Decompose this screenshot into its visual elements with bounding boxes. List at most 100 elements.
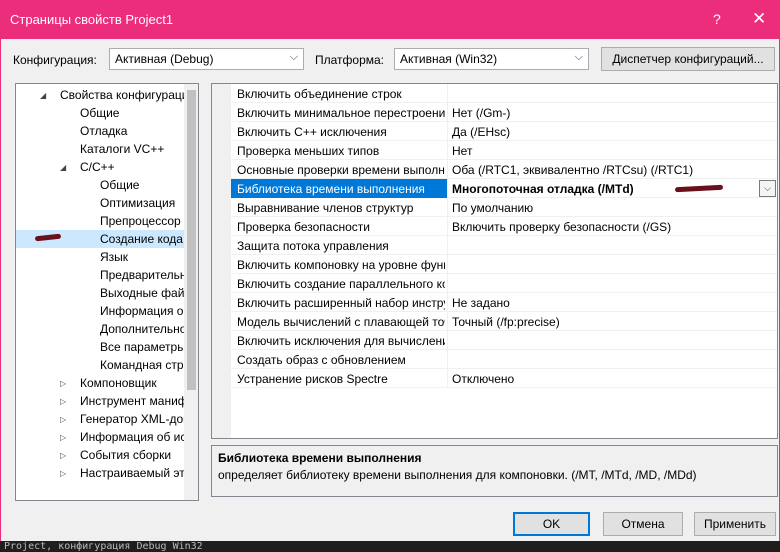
background-text: Project, конфигурация Debug Win32 <box>0 541 780 552</box>
column-divider <box>447 293 448 312</box>
tree-item[interactable]: Отладка <box>16 122 184 140</box>
expand-arrow-icon[interactable]: ▷ <box>60 393 66 411</box>
property-name: Включить компоновку на уровне функций <box>237 258 445 272</box>
property-row[interactable]: Проверка безопасности Включить проверку б… <box>231 217 777 236</box>
column-divider <box>447 236 448 255</box>
tree-item-label: Инструмент манифест <box>80 394 199 408</box>
property-row[interactable]: Выравнивание членов структур По умолчанию <box>231 198 777 217</box>
tree-item-label: Каталоги VC++ <box>80 142 165 156</box>
tree-item[interactable]: ▷ Настраиваемый этап с <box>16 464 198 483</box>
property-value: Нет (/Gm-) <box>452 106 511 120</box>
property-value[interactable]: Многопоточная отладка (/MTd) <box>452 182 634 196</box>
config-manager-button[interactable]: Диспетчер конфигураций... <box>601 47 775 71</box>
property-row[interactable]: Включить C++ исключения Да (/EHsc) <box>231 122 777 141</box>
tree-item[interactable]: Все параметры <box>16 338 186 356</box>
column-divider <box>447 369 448 388</box>
column-divider <box>447 103 448 122</box>
configuration-dropdown[interactable]: Активная (Debug) ⌵ <box>109 48 304 70</box>
column-divider <box>447 255 448 274</box>
property-row[interactable]: Проверка меньших типов Нет <box>231 141 777 160</box>
property-name: Проверка меньших типов <box>237 144 380 158</box>
apply-button[interactable]: Применить <box>694 512 776 536</box>
expand-arrow-icon[interactable]: ▷ <box>60 429 66 447</box>
property-row[interactable]: Основные проверки времени выполнения Оба … <box>231 160 777 179</box>
column-divider <box>447 350 448 369</box>
help-button[interactable]: ? <box>713 11 721 27</box>
property-name: Включить минимальное перестроение <box>237 106 445 120</box>
property-name: Включить C++ исключения <box>237 125 387 139</box>
collapse-arrow-icon[interactable]: ◢ <box>40 87 46 105</box>
tree-item[interactable]: Препроцессор <box>16 212 184 230</box>
column-divider <box>447 217 448 236</box>
tree-item[interactable]: Командная строка <box>16 356 198 374</box>
column-divider <box>447 312 448 331</box>
property-value: По умолчанию <box>452 201 534 215</box>
window-title: Страницы свойств Project1 <box>10 12 174 27</box>
scrollbar-thumb[interactable] <box>187 90 196 390</box>
tree-item-label: Препроцессор <box>100 214 181 228</box>
tree-item-label: Информация об исход <box>80 430 199 444</box>
tree-scrollbar[interactable] <box>184 84 198 500</box>
property-name: Модель вычислений с плавающей точкой <box>237 315 445 329</box>
tree-item-label: Общие <box>100 178 140 192</box>
tree-item-label: C/C++ <box>80 160 115 174</box>
tree-item-label: Общие <box>80 106 120 120</box>
grid-gutter <box>212 84 231 438</box>
property-row[interactable]: Включить исключения для вычислений <box>231 331 777 350</box>
tree-item[interactable]: ▷ Инструмент манифест <box>16 392 198 411</box>
column-divider <box>447 331 448 350</box>
property-row[interactable]: Включить создание параллельного кода <box>231 274 777 293</box>
property-row[interactable]: Включить расширенный набор инструкций Не … <box>231 293 777 312</box>
tree-item-label: Дополнительно <box>100 322 187 336</box>
tree-item[interactable]: ◢ C/C++ <box>16 158 184 176</box>
tree-item-label: Компоновщик <box>80 376 157 390</box>
tree-item[interactable]: ▷ Компоновщик <box>16 374 184 392</box>
tree-item[interactable]: ▷ Генератор XML-докум <box>16 410 198 429</box>
property-row[interactable]: Модель вычислений с плавающей точкой Точн… <box>231 312 777 331</box>
description-text: определяет библиотеку времени выполнения… <box>218 468 697 482</box>
property-name: Включить исключения для вычислений <box>237 334 445 348</box>
expand-arrow-icon[interactable]: ▷ <box>60 375 66 393</box>
property-name: Устранение рисков Spectre <box>237 372 388 386</box>
property-row[interactable]: Включить минимальное перестроение Нет (/G… <box>231 103 777 122</box>
property-row[interactable]: Устранение рисков Spectre Отключено <box>231 369 777 388</box>
tree-item-label: Язык <box>100 250 129 264</box>
tree-item[interactable]: Предварительно ст <box>16 266 198 284</box>
tree-item-label: События сборки <box>80 448 172 462</box>
property-name: Выравнивание членов структур <box>237 201 414 215</box>
tree-item[interactable]: Оптимизация <box>16 194 184 212</box>
platform-dropdown[interactable]: Активная (Win32) ⌵ <box>394 48 589 70</box>
close-button[interactable]: ✕ <box>752 9 766 29</box>
expand-arrow-icon[interactable]: ▷ <box>60 411 66 429</box>
title-bar[interactable]: Страницы свойств Project1 ? ✕ <box>1 1 779 39</box>
tree-item[interactable]: Дополнительно <box>16 320 187 338</box>
tree-item-label: Все параметры <box>100 340 186 354</box>
ok-button[interactable]: OK <box>513 512 590 536</box>
expand-arrow-icon[interactable]: ▷ <box>60 465 66 483</box>
chevron-down-icon[interactable]: ⌵ <box>759 180 776 197</box>
cancel-button[interactable]: Отмена <box>603 512 683 536</box>
tree-item[interactable]: Информация об ис <box>16 302 198 320</box>
tree-item[interactable]: ▷ События сборки <box>16 446 184 464</box>
tree-item[interactable]: Выходные файлы <box>16 284 198 302</box>
tree-item[interactable]: Язык <box>16 248 184 266</box>
tree-item[interactable]: Общие <box>16 104 184 122</box>
property-name: Проверка безопасности <box>237 220 370 234</box>
property-row[interactable]: Создать образ с обновлением <box>231 350 777 369</box>
tree-item-label: Настраиваемый этап с <box>80 466 199 480</box>
property-row[interactable]: Включить компоновку на уровне функций <box>231 255 777 274</box>
property-value: Отключено <box>452 372 515 386</box>
expand-arrow-icon[interactable]: ▷ <box>60 447 66 465</box>
collapse-arrow-icon[interactable]: ◢ <box>60 159 66 177</box>
tree-item[interactable]: ◢ Свойства конфигурации <box>16 86 195 105</box>
property-name: Включить расширенный набор инструкций <box>237 296 445 310</box>
property-value: Не задано <box>452 296 510 310</box>
property-row[interactable]: Защита потока управления <box>231 236 777 255</box>
tree-item[interactable]: ▷ Информация об исход <box>16 428 198 447</box>
tree-item[interactable]: Каталоги VC++ <box>16 140 184 158</box>
tree-item[interactable]: Общие <box>16 176 184 194</box>
property-value: Включить проверку безопасности (/GS) <box>452 220 672 234</box>
configuration-label: Конфигурация: <box>13 53 97 67</box>
property-row[interactable]: Включить объединение строк <box>231 84 777 103</box>
tree-item-label: Создание кода <box>100 232 183 246</box>
